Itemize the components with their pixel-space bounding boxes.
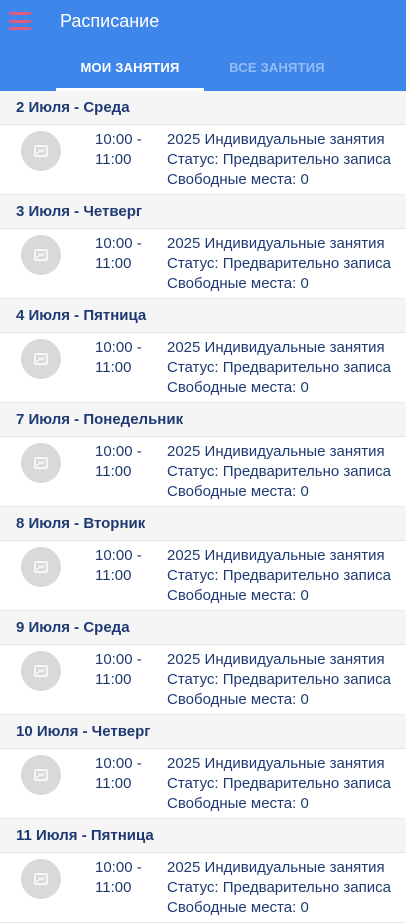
session-item[interactable]: 10:00 - 11:00 2025 Индивидуальные заняти… — [0, 541, 406, 611]
image-placeholder-icon — [21, 755, 61, 795]
session-time: 10:00 - 11:00 — [95, 442, 155, 482]
session-info: 2025 Индивидуальные занятия Статус: Пред… — [167, 754, 391, 814]
session-status: Статус: Предварительно записан — [167, 879, 391, 896]
session-info: 2025 Индивидуальные занятия Статус: Пред… — [167, 858, 391, 918]
session-seats: Свободные места: 0 — [167, 483, 309, 500]
session-status: Статус: Предварительно записан — [167, 255, 391, 272]
session-status: Статус: Предварительно записан — [167, 671, 391, 688]
day-header: 2 Июля - Среда — [0, 91, 406, 125]
session-item[interactable]: 10:00 - 11:00 2025 Индивидуальные заняти… — [0, 645, 406, 715]
session-end-time: 11:00 — [95, 671, 132, 688]
session-start-time: 10:00 - — [95, 859, 142, 876]
session-item[interactable]: 10:00 - 11:00 2025 Индивидуальные заняти… — [0, 749, 406, 819]
session-start-time: 10:00 - — [95, 547, 142, 564]
session-name: 2025 Индивидуальные занятия — [167, 651, 385, 668]
session-end-time: 11:00 — [95, 151, 132, 168]
session-time: 10:00 - 11:00 — [95, 650, 155, 690]
session-start-time: 10:00 - — [95, 339, 142, 356]
day-header: 3 Июля - Четверг — [0, 195, 406, 229]
session-status: Статус: Предварительно записан — [167, 359, 391, 376]
session-name: 2025 Индивидуальные занятия — [167, 755, 385, 772]
session-status: Статус: Предварительно записан — [167, 567, 391, 584]
session-end-time: 11:00 — [95, 463, 132, 480]
day-header: 4 Июля - Пятница — [0, 299, 406, 333]
session-seats: Свободные места: 0 — [167, 275, 309, 292]
session-name: 2025 Индивидуальные занятия — [167, 339, 385, 356]
session-time: 10:00 - 11:00 — [95, 858, 155, 898]
session-time: 10:00 - 11:00 — [95, 754, 155, 794]
day-header: 7 Июля - Понедельник — [0, 403, 406, 437]
session-seats: Свободные места: 0 — [167, 587, 309, 604]
session-name: 2025 Индивидуальные занятия — [167, 443, 385, 460]
image-placeholder-icon — [21, 131, 61, 171]
image-placeholder-icon — [21, 443, 61, 483]
session-item[interactable]: 10:00 - 11:00 2025 Индивидуальные заняти… — [0, 853, 406, 923]
session-start-time: 10:00 - — [95, 131, 142, 148]
image-placeholder-icon — [21, 235, 61, 275]
tab-my-classes[interactable]: МОИ ЗАНЯТИЯ — [56, 58, 204, 91]
session-time: 10:00 - 11:00 — [95, 130, 155, 170]
session-status: Статус: Предварительно записан — [167, 151, 391, 168]
image-placeholder-icon — [21, 339, 61, 379]
session-end-time: 11:00 — [95, 567, 132, 584]
session-info: 2025 Индивидуальные занятия Статус: Пред… — [167, 546, 391, 606]
session-item[interactable]: 10:00 - 11:00 2025 Индивидуальные заняти… — [0, 333, 406, 403]
image-placeholder-icon — [21, 859, 61, 899]
session-info: 2025 Индивидуальные занятия Статус: Пред… — [167, 234, 391, 294]
day-header: 8 Июля - Вторник — [0, 507, 406, 541]
session-start-time: 10:00 - — [95, 755, 142, 772]
session-end-time: 11:00 — [95, 879, 132, 896]
session-time: 10:00 - 11:00 — [95, 234, 155, 274]
session-item[interactable]: 10:00 - 11:00 2025 Индивидуальные заняти… — [0, 229, 406, 299]
session-name: 2025 Индивидуальные занятия — [167, 131, 385, 148]
session-info: 2025 Индивидуальные занятия Статус: Пред… — [167, 130, 391, 190]
session-start-time: 10:00 - — [95, 651, 142, 668]
image-placeholder-icon — [21, 547, 61, 587]
day-header: 10 Июля - Четверг — [0, 715, 406, 749]
session-start-time: 10:00 - — [95, 235, 142, 252]
session-status: Статус: Предварительно записан — [167, 775, 391, 792]
session-seats: Свободные места: 0 — [167, 171, 309, 188]
image-placeholder-icon — [21, 651, 61, 691]
session-seats: Свободные места: 0 — [167, 899, 309, 916]
page-title: Расписание — [60, 11, 160, 31]
session-info: 2025 Индивидуальные занятия Статус: Пред… — [167, 650, 391, 710]
session-end-time: 11:00 — [95, 359, 132, 376]
session-status: Статус: Предварительно записан — [167, 463, 391, 480]
session-seats: Свободные места: 0 — [167, 691, 309, 708]
session-end-time: 11:00 — [95, 775, 132, 792]
session-seats: Свободные места: 0 — [167, 795, 309, 812]
session-name: 2025 Индивидуальные занятия — [167, 235, 385, 252]
session-name: 2025 Индивидуальные занятия — [167, 547, 385, 564]
session-item[interactable]: 10:00 - 11:00 2025 Индивидуальные заняти… — [0, 125, 406, 195]
app-bar: Расписание МОИ ЗАНЯТИЯ ВСЕ ЗАНЯТИЯ — [0, 0, 406, 91]
session-item[interactable]: 10:00 - 11:00 2025 Индивидуальные заняти… — [0, 437, 406, 507]
session-info: 2025 Индивидуальные занятия Статус: Пред… — [167, 338, 391, 398]
day-header: 9 Июля - Среда — [0, 611, 406, 645]
session-seats: Свободные места: 0 — [167, 379, 309, 396]
tab-all-classes[interactable]: ВСЕ ЗАНЯТИЯ — [204, 58, 350, 91]
hamburger-menu-icon[interactable] — [9, 12, 31, 30]
session-time: 10:00 - 11:00 — [95, 546, 155, 586]
session-name: 2025 Индивидуальные занятия — [167, 859, 385, 876]
schedule-list: 2 Июля - Среда 10:00 - 11:00 2025 Индиви… — [0, 91, 406, 923]
session-start-time: 10:00 - — [95, 443, 142, 460]
session-info: 2025 Индивидуальные занятия Статус: Пред… — [167, 442, 391, 502]
day-header: 11 Июля - Пятница — [0, 819, 406, 853]
session-end-time: 11:00 — [95, 255, 132, 272]
session-time: 10:00 - 11:00 — [95, 338, 155, 378]
